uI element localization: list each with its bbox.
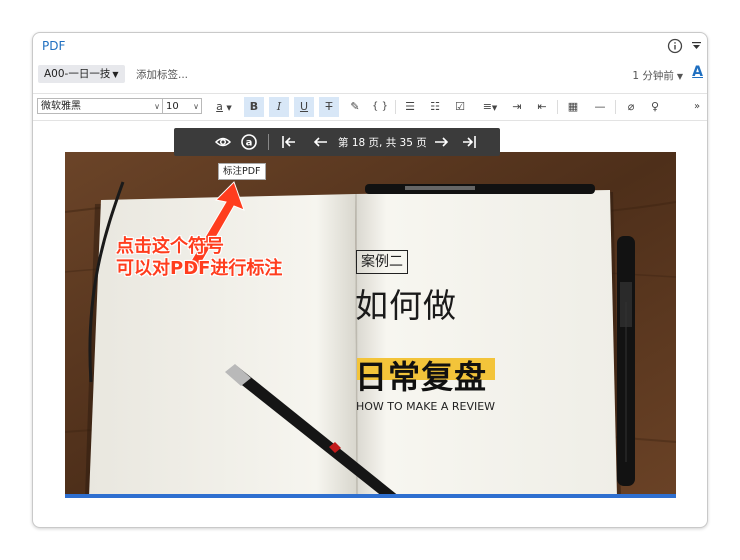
image-icon: ♀ <box>650 100 660 113</box>
font-color-button[interactable]: a ▼ <box>209 97 239 117</box>
chevron-down-icon: ▼ <box>491 104 498 112</box>
last-page-icon[interactable] <box>460 133 478 151</box>
table-button[interactable]: ▦ <box>563 97 583 117</box>
bullet-list-icon: ☰ <box>405 100 415 113</box>
table-icon: ▦ <box>567 100 579 113</box>
insert-image-button[interactable]: ♀ <box>645 97 665 117</box>
slide-heading2: 日常复盘 <box>355 358 488 396</box>
indent-icon: ⇥ <box>512 100 522 113</box>
page-indicator: 第 18 页, 共 35 页 <box>338 137 427 149</box>
modified-time-label: 1 分钟前 <box>632 70 674 82</box>
indent-button[interactable]: ⇥ <box>507 97 527 117</box>
pdf-page-border <box>65 494 676 498</box>
font-color-label: a <box>216 100 223 113</box>
horizontal-rule-icon: — <box>594 100 606 113</box>
toolbar-divider <box>615 100 616 114</box>
highlight-button[interactable]: ✎ <box>345 97 365 117</box>
underline-button[interactable]: U <box>294 97 314 117</box>
underline-icon: U <box>299 100 309 113</box>
callout-line1: 点击这个符号 <box>116 236 224 257</box>
chevron-down-icon: ▼ <box>226 104 232 112</box>
align-button[interactable]: ≡▼ <box>477 97 503 117</box>
font-family-value: 微软雅黑 <box>41 101 81 112</box>
outdent-icon: ⇤ <box>537 100 547 113</box>
first-page-icon[interactable] <box>280 133 298 151</box>
font-family-select[interactable]: 微软雅黑 ∨ <box>37 98 163 114</box>
bullet-list-button[interactable]: ☰ <box>400 97 420 117</box>
numbered-list-icon: ☷ <box>430 100 440 113</box>
slide-heading1: 如何做 <box>355 286 457 325</box>
italic-icon: I <box>276 100 282 113</box>
checkbox-icon: ☑ <box>455 100 465 113</box>
annotate-tooltip: 标注PDF <box>218 163 266 180</box>
strikethrough-icon: T <box>325 100 333 113</box>
paperclip-icon: ⌀ <box>627 100 635 113</box>
double-chevron-down-icon: » <box>693 101 701 112</box>
chevron-down-icon: ▼ <box>676 72 683 81</box>
case-label: 案例二 <box>356 250 408 274</box>
callout-text: 点击这个符号 可以对PDF进行标注 <box>116 236 282 280</box>
chevron-down-icon: ∨ <box>154 102 160 111</box>
font-size-value: 10 <box>166 101 179 112</box>
checklist-button[interactable]: ☑ <box>450 97 470 117</box>
horizontal-rule-button[interactable]: — <box>590 97 610 117</box>
notebook-selector[interactable]: A00-一日一技 ▼ <box>38 65 125 83</box>
align-icon: ≡ <box>482 100 492 113</box>
note-title[interactable]: PDF <box>42 39 65 53</box>
annotate-icon[interactable]: a <box>240 133 258 151</box>
slide-subtitle: HOW TO MAKE A REVIEW <box>356 400 496 413</box>
menu-caret-icon[interactable] <box>692 41 701 50</box>
outdent-button[interactable]: ⇤ <box>532 97 552 117</box>
titlebar: PDF <box>33 33 707 59</box>
toolbar-divider <box>395 100 396 114</box>
tag-bar: A00-一日一技 ▼ 添加标签... 1 分钟前 ▼ A <box>33 63 707 87</box>
prev-page-icon[interactable] <box>312 133 330 151</box>
toolbar-divider <box>557 100 558 114</box>
info-icon[interactable] <box>667 38 683 54</box>
numbered-list-button[interactable]: ☷ <box>425 97 445 117</box>
callout-line2: 可以对PDF进行标注 <box>116 258 283 279</box>
italic-button[interactable]: I <box>269 97 289 117</box>
eye-icon[interactable] <box>214 133 232 151</box>
font-size-select[interactable]: 10 ∨ <box>162 98 202 114</box>
chevron-down-icon: ∨ <box>193 102 199 111</box>
chevron-down-icon: ▼ <box>112 70 119 79</box>
notebook-label: A00-一日一技 <box>44 68 111 80</box>
bold-icon: B <box>249 100 259 113</box>
attachment-button[interactable]: ⌀ <box>621 97 641 117</box>
menu-icon[interactable] <box>510 133 528 151</box>
add-tag-input[interactable]: 添加标签... <box>136 67 188 82</box>
bold-button[interactable]: B <box>244 97 264 117</box>
code-icon: { } <box>372 101 388 112</box>
strikethrough-button[interactable]: T <box>319 97 339 117</box>
more-tools-button[interactable]: » <box>687 97 707 117</box>
format-toolbar: 微软雅黑 ∨ 10 ∨ a ▼ B I U T ✎ { } ☰ ☷ ☑ ≡▼ ⇥… <box>33 93 707 121</box>
toolbar-divider <box>268 134 269 150</box>
pdf-viewer-toolbar: a 第 18 页, 共 35 页 <box>174 128 500 156</box>
next-page-icon[interactable] <box>432 133 450 151</box>
font-settings-icon[interactable]: A <box>692 64 703 80</box>
svg-text:a: a <box>246 138 253 149</box>
modified-time[interactable]: 1 分钟前 ▼ <box>632 68 683 83</box>
code-button[interactable]: { } <box>370 97 390 117</box>
highlighter-icon: ✎ <box>350 100 360 113</box>
